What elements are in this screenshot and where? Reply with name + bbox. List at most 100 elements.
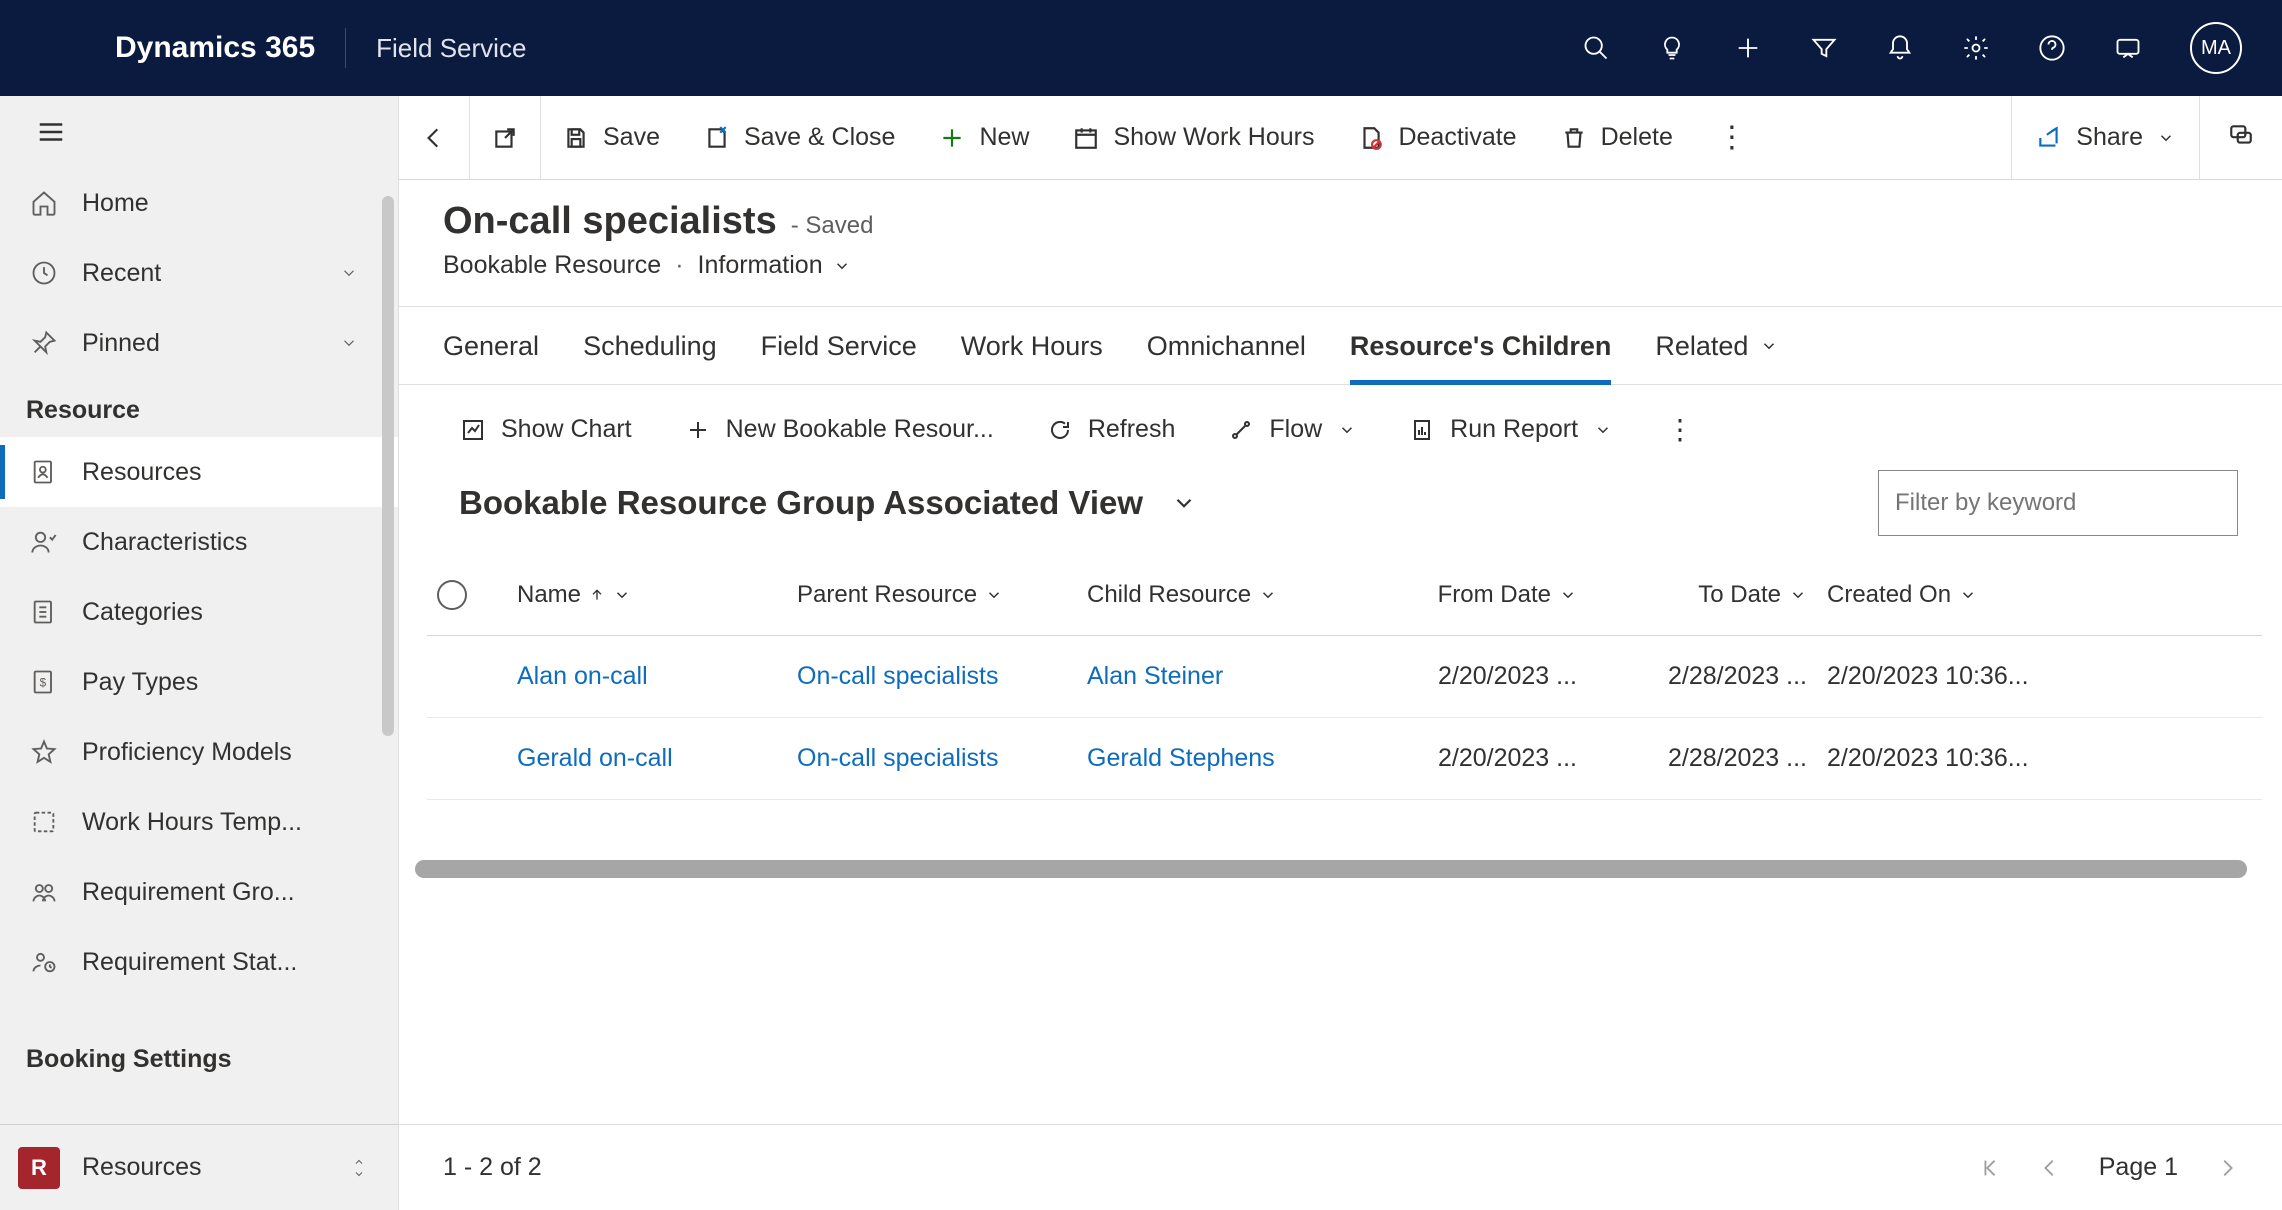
sidebar-scrollbar[interactable] xyxy=(382,196,394,736)
sidebar-item-reqstatus[interactable]: Requirement Stat... xyxy=(0,927,398,997)
arrow-left-icon xyxy=(421,125,447,151)
plus-icon[interactable] xyxy=(1734,34,1762,62)
cell-child[interactable]: Gerald Stephens xyxy=(1087,744,1367,773)
cell-child[interactable]: Alan Steiner xyxy=(1087,662,1367,691)
column-header-created[interactable]: Created On xyxy=(1827,581,2087,609)
entity-label: Bookable Resource xyxy=(443,251,661,280)
tab-related[interactable]: Related xyxy=(1655,307,1778,384)
show-work-hours-button[interactable]: Show Work Hours xyxy=(1051,96,1336,180)
delete-button[interactable]: Delete xyxy=(1539,96,1695,180)
tab-field-service[interactable]: Field Service xyxy=(761,307,917,384)
sidebar-pinned[interactable]: Pinned xyxy=(0,308,398,378)
view-selector[interactable]: Bookable Resource Group Associated View xyxy=(459,484,1197,522)
sidebar-home[interactable]: Home xyxy=(0,168,398,238)
more-commands-button[interactable]: ⋮ xyxy=(1695,96,1769,180)
grid-row[interactable]: Gerald on-call On-call specialists Geral… xyxy=(427,718,2262,800)
flow-button[interactable]: Flow xyxy=(1211,407,1374,452)
column-header-child[interactable]: Child Resource xyxy=(1087,581,1367,609)
cell-name[interactable]: Alan on-call xyxy=(517,662,797,691)
tab-scheduling[interactable]: Scheduling xyxy=(583,307,717,384)
column-header-from[interactable]: From Date xyxy=(1367,581,1597,609)
filter-keyword-input[interactable] xyxy=(1895,489,2221,517)
plus-icon xyxy=(939,125,965,151)
svg-text:$: $ xyxy=(40,677,47,690)
horizontal-scrollbar-thumb[interactable] xyxy=(415,860,2247,878)
record-header: On-call specialists - Saved Bookable Res… xyxy=(399,180,2282,307)
filter-icon[interactable] xyxy=(1810,34,1838,62)
save-close-button[interactable]: Save & Close xyxy=(682,96,917,180)
cell-parent[interactable]: On-call specialists xyxy=(797,662,1087,691)
new-button[interactable]: New xyxy=(917,96,1051,180)
cell-to: 2/28/2023 ... xyxy=(1597,662,1827,691)
cell-from: 2/20/2023 ... xyxy=(1367,662,1597,691)
horizontal-scrollbar-track[interactable] xyxy=(415,860,2266,878)
cell-parent[interactable]: On-call specialists xyxy=(797,744,1087,773)
save-button[interactable]: Save xyxy=(541,96,682,180)
report-icon xyxy=(1410,418,1434,442)
grid-paging-bar: 1 - 2 of 2 Page 1 xyxy=(399,1124,2282,1210)
global-header: Dynamics 365 Field Service MA xyxy=(0,0,2282,96)
form-selector[interactable]: Information xyxy=(698,251,851,280)
page-label: Page 1 xyxy=(2099,1153,2178,1182)
filter-keyword-box[interactable] xyxy=(1878,470,2238,536)
area-badge-text: R xyxy=(31,1155,47,1181)
column-header-name[interactable]: Name xyxy=(517,581,797,609)
help-icon[interactable] xyxy=(2038,34,2066,62)
categories-icon xyxy=(30,598,58,626)
deactivate-button[interactable]: Deactivate xyxy=(1336,96,1538,180)
more-subgrid-commands[interactable]: ⋮ xyxy=(1648,413,1712,446)
sidebar-item-characteristics[interactable]: Characteristics xyxy=(0,507,398,577)
tab-resources-children[interactable]: Resource's Children xyxy=(1350,307,1612,384)
hamburger-button[interactable] xyxy=(0,96,398,168)
run-report-button[interactable]: Run Report xyxy=(1392,407,1630,452)
record-title: On-call specialists xyxy=(443,200,777,243)
sidebar-item-reqgroups[interactable]: Requirement Gro... xyxy=(0,857,398,927)
new-child-button[interactable]: New Bookable Resour... xyxy=(668,407,1012,452)
run-report-label: Run Report xyxy=(1450,415,1578,444)
tab-work-hours[interactable]: Work Hours xyxy=(961,307,1103,384)
search-icon[interactable] xyxy=(1582,34,1610,62)
sidebar-item-label: Requirement Stat... xyxy=(82,948,297,977)
user-avatar[interactable]: MA xyxy=(2190,22,2242,74)
grid-row[interactable]: Alan on-call On-call specialists Alan St… xyxy=(427,636,2262,718)
sidebar-item-categories[interactable]: Categories xyxy=(0,577,398,647)
select-all-checkbox[interactable] xyxy=(427,580,517,610)
grid-header-row: Name Parent Resource Child Resource From… xyxy=(427,554,2262,636)
column-header-to[interactable]: To Date xyxy=(1597,581,1827,609)
copilot-pane-button[interactable] xyxy=(2200,122,2282,153)
back-button[interactable] xyxy=(399,96,469,180)
popout-button[interactable] xyxy=(470,96,540,180)
flow-icon xyxy=(1229,418,1253,442)
sidebar-item-resources[interactable]: Resources xyxy=(0,437,398,507)
paytypes-icon: $ xyxy=(30,668,58,696)
tab-general[interactable]: General xyxy=(443,307,539,384)
show-chart-button[interactable]: Show Chart xyxy=(443,407,650,452)
sidebar-item-workhourstemp[interactable]: Work Hours Temp... xyxy=(0,787,398,857)
next-page-button[interactable] xyxy=(2216,1157,2238,1179)
bell-icon[interactable] xyxy=(1886,34,1914,62)
sidebar-area-switcher[interactable]: R Resources xyxy=(0,1124,398,1210)
prev-page-button[interactable] xyxy=(2039,1157,2061,1179)
sidebar-item-label: Work Hours Temp... xyxy=(82,808,302,837)
cell-name[interactable]: Gerald on-call xyxy=(517,744,797,773)
sidebar-item-proficiency[interactable]: Proficiency Models xyxy=(0,717,398,787)
share-button[interactable]: Share xyxy=(2012,123,2199,152)
save-close-icon xyxy=(704,125,730,151)
assistant-icon[interactable] xyxy=(2114,34,2142,62)
show-chart-label: Show Chart xyxy=(501,415,632,444)
gear-icon[interactable] xyxy=(1962,34,1990,62)
tab-omnichannel[interactable]: Omnichannel xyxy=(1147,307,1306,384)
app-name[interactable]: Field Service xyxy=(376,33,526,64)
lightbulb-icon[interactable] xyxy=(1658,34,1686,62)
view-title-label: Bookable Resource Group Associated View xyxy=(459,484,1143,522)
refresh-button[interactable]: Refresh xyxy=(1030,407,1194,452)
column-header-parent[interactable]: Parent Resource xyxy=(797,581,1087,609)
brand-label[interactable]: Dynamics 365 xyxy=(20,31,315,65)
sidebar-item-label: Resources xyxy=(82,458,202,487)
calendar-icon xyxy=(1073,125,1099,151)
sidebar-item-paytypes[interactable]: $ Pay Types xyxy=(0,647,398,717)
sidebar-recent[interactable]: Recent xyxy=(0,238,398,308)
first-page-button[interactable] xyxy=(1979,1157,2001,1179)
form-tabs: General Scheduling Field Service Work Ho… xyxy=(399,307,2282,385)
record-count: 1 - 2 of 2 xyxy=(443,1153,542,1182)
